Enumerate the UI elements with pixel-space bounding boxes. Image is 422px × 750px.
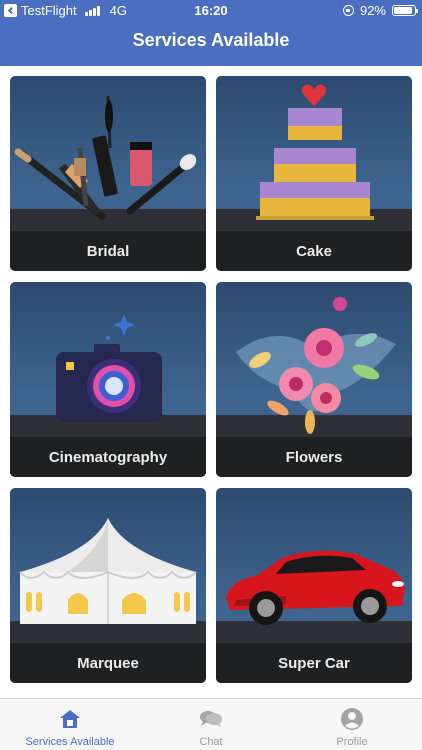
- tab-bar: Services Available Chat Profile: [0, 698, 422, 750]
- chat-bubbles-icon: [200, 711, 222, 727]
- service-label: Cake: [216, 231, 412, 271]
- service-label: Bridal: [10, 231, 206, 271]
- tab-chat[interactable]: Chat: [141, 699, 281, 750]
- service-card-marquee[interactable]: Marquee: [10, 488, 206, 683]
- home-icon: [60, 710, 80, 728]
- makeup-brushes-icon: [14, 95, 197, 220]
- user-icon: [341, 708, 363, 730]
- flower-bouquet-icon: [236, 297, 396, 434]
- service-card-super-car[interactable]: Super Car: [216, 488, 412, 683]
- service-card-bridal[interactable]: Bridal: [10, 76, 206, 271]
- service-label: Super Car: [216, 643, 412, 683]
- service-label: Cinematography: [10, 437, 206, 477]
- tab-label: Profile: [336, 736, 368, 748]
- service-label: Flowers: [216, 437, 412, 477]
- service-card-flowers[interactable]: Flowers: [216, 282, 412, 477]
- service-card-cake[interactable]: Cake: [216, 76, 412, 271]
- status-bar: TestFlight 4G 16:20 92%: [0, 0, 422, 22]
- sports-car-icon: [226, 550, 405, 625]
- camera-icon: [56, 314, 162, 422]
- marquee-tent-icon: [19, 518, 197, 624]
- service-card-cinematography[interactable]: Cinematography: [10, 282, 206, 477]
- battery-percent: 92%: [359, 3, 386, 18]
- battery-icon: [392, 5, 418, 16]
- service-label: Marquee: [10, 643, 206, 683]
- tab-label: Services Available: [25, 736, 115, 748]
- wedding-cake-icon: [256, 84, 374, 220]
- tab-label: Chat: [199, 736, 223, 748]
- orientation-lock-icon: [342, 5, 354, 16]
- tab-services-available[interactable]: Services Available: [0, 699, 140, 750]
- page-title: Services Available: [132, 30, 290, 50]
- tab-profile[interactable]: Profile: [282, 699, 422, 750]
- status-right: 92%: [342, 3, 418, 18]
- app-header: TestFlight 4G 16:20 92% Services Availab…: [0, 0, 422, 66]
